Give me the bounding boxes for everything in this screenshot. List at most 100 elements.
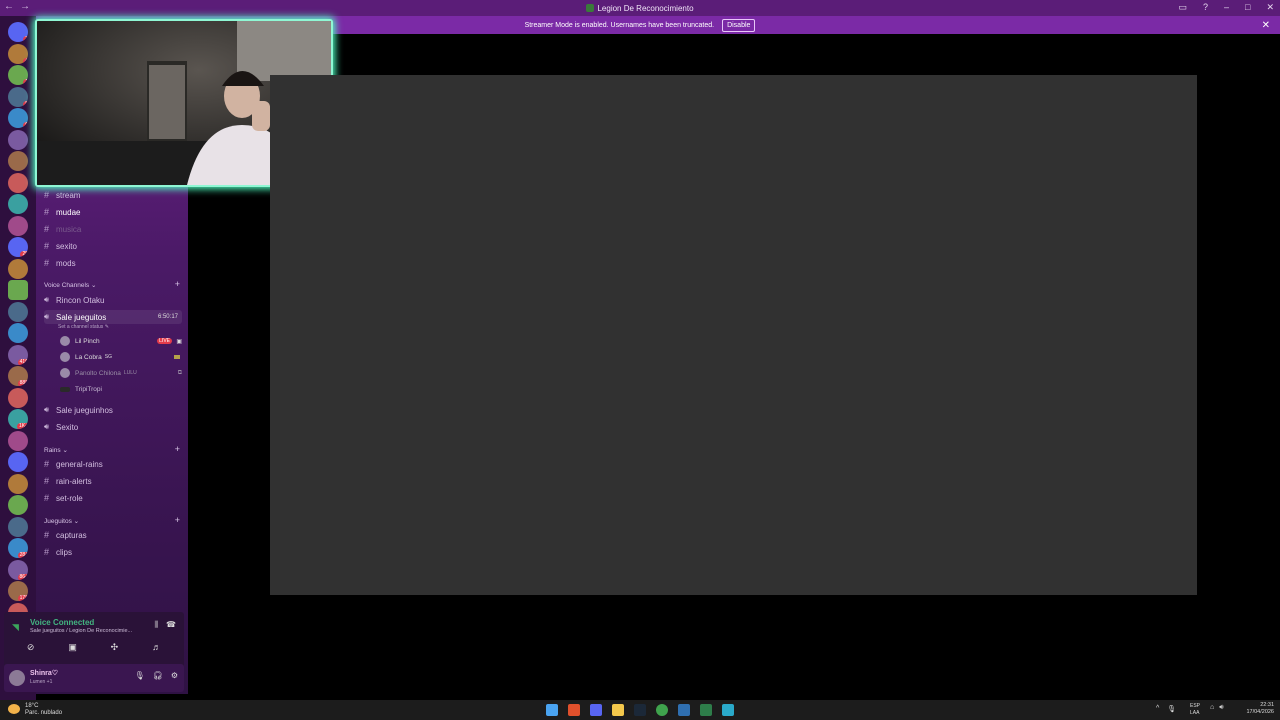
settings-gear-icon[interactable]: ⚙ <box>171 671 178 680</box>
microphone-icon[interactable]: 🎙︎ <box>1167 705 1176 713</box>
channel-capturas[interactable]: # capturas <box>44 528 182 542</box>
voice-user[interactable]: Lil Pinch LIVE ▣ <box>60 334 184 348</box>
voice-channel-rincon-otaku[interactable]: 🔊︎ Rincon Otaku <box>44 293 182 307</box>
add-channel-icon[interactable]: + <box>175 444 180 454</box>
server-icon[interactable]: 4 <box>8 43 28 64</box>
banner-close-icon[interactable]: ✕ <box>1262 20 1270 31</box>
channel-status[interactable]: Set a channel status ✎ <box>58 324 109 330</box>
inbox-icon[interactable]: ▭ <box>1178 2 1187 13</box>
channel-general-rains[interactable]: # general-rains <box>44 457 182 471</box>
soundboard-icon[interactable]: ♬ <box>152 642 161 653</box>
add-channel-icon[interactable]: + <box>175 279 180 289</box>
brave-browser-icon[interactable] <box>568 704 580 716</box>
add-channel-icon[interactable]: + <box>175 515 180 525</box>
chrome-icon[interactable] <box>656 704 668 716</box>
avatar <box>60 386 70 392</box>
weather-icon[interactable] <box>8 704 20 714</box>
user-name[interactable]: Shinra♡ <box>30 669 58 677</box>
avatar[interactable] <box>9 670 25 686</box>
windows-taskbar: 18°C Parc. nublado ^ 🎙︎ ESP LAA ⌂ 🔊︎ 22:… <box>0 700 1280 720</box>
speaker-icon: 🔊︎ <box>44 422 50 431</box>
server-icon[interactable]: 416 <box>8 344 28 365</box>
server-icon[interactable] <box>8 387 28 408</box>
language-indicator[interactable]: ESP LAA <box>1190 703 1200 717</box>
microphone-icon[interactable]: 🎙︎ <box>135 671 145 680</box>
voice-channel-sexito[interactable]: 🔊︎ Sexito <box>44 420 182 434</box>
voice-user[interactable]: TripiTropi <box>60 382 184 396</box>
activities-icon[interactable]: ✣ <box>111 642 119 653</box>
channel-label: clips <box>56 547 73 557</box>
steam-icon[interactable] <box>634 704 646 716</box>
channel-label: Sexito <box>56 422 79 432</box>
discord-home-icon[interactable]: 3 <box>8 22 28 42</box>
voice-user[interactable]: Panolto Chilona LULU ⧉ <box>60 366 184 380</box>
voice-connected-title[interactable]: Voice Connected <box>30 618 94 627</box>
weather-temp: 18°C <box>25 703 39 709</box>
server-icon[interactable] <box>8 301 28 322</box>
server-icon[interactable] <box>8 323 28 343</box>
voice-user[interactable]: La Cobra SG <box>60 350 184 364</box>
clock[interactable]: 22:31 17/04/2026 <box>1246 702 1274 716</box>
file-explorer-icon[interactable] <box>612 704 624 716</box>
server-icon[interactable]: 284 <box>8 538 28 558</box>
channel-mods[interactable]: # mods <box>44 256 182 270</box>
server-icon[interactable]: 178 <box>8 581 28 601</box>
weather-widget[interactable]: 18°C Parc. nublado <box>25 703 62 717</box>
stream-stage[interactable] <box>270 75 1197 595</box>
noise-suppression-icon[interactable]: ⫼ <box>154 620 158 630</box>
voice-channel-sale-jueguinhos[interactable]: 🔊︎ Sale jueguinhos <box>44 403 182 417</box>
channel-sexito[interactable]: # sexito <box>44 239 182 253</box>
category-voice-channels[interactable]: Voice Channels ⌄ + <box>44 279 180 289</box>
category-rains[interactable]: Rains ⌄ + <box>44 444 180 454</box>
camera-off-icon[interactable]: ⊘ <box>27 642 35 653</box>
server-icon[interactable]: 1K+ <box>8 409 28 429</box>
server-icon[interactable]: 888 <box>8 366 28 386</box>
maximize-button[interactable]: □ <box>1245 2 1250 13</box>
server-icon[interactable] <box>8 430 28 451</box>
server-icon[interactable] <box>8 516 28 537</box>
disconnect-icon[interactable]: ☎ <box>166 620 176 629</box>
channel-stream[interactable]: # stream <box>44 188 182 202</box>
server-icon[interactable] <box>8 151 28 171</box>
volume-icon[interactable]: 🔊︎ <box>1219 704 1223 712</box>
server-icon[interactable] <box>8 194 28 214</box>
server-icon[interactable] <box>8 258 28 279</box>
category-label: Voice Channels <box>44 282 90 289</box>
channel-mudae[interactable]: # mudae <box>44 205 182 219</box>
server-icon[interactable] <box>8 215 28 236</box>
server-icon[interactable]: 8 <box>8 86 28 107</box>
help-icon[interactable]: ? <box>1203 2 1208 13</box>
app-icon[interactable] <box>700 704 712 716</box>
server-icon[interactable] <box>8 280 28 300</box>
server-icon[interactable]: 25 <box>8 237 28 257</box>
minimize-button[interactable]: – <box>1224 2 1229 13</box>
server-icon[interactable] <box>8 495 28 515</box>
server-icon[interactable]: 1 <box>8 65 28 85</box>
channel-rain-alerts[interactable]: # rain-alerts <box>44 474 182 488</box>
hash-icon: # <box>44 241 50 251</box>
channel-musica[interactable]: # musica <box>44 222 182 236</box>
server-icon[interactable] <box>8 172 28 193</box>
close-button[interactable]: ✕ <box>1266 2 1274 13</box>
screen-share-icon[interactable]: ▣ <box>68 642 77 653</box>
server-icon[interactable] <box>8 452 28 472</box>
channel-clips[interactable]: # clips <box>44 545 182 559</box>
server-icon[interactable] <box>8 129 28 150</box>
channel-set-role[interactable]: # set-role <box>44 491 182 505</box>
headphones-icon[interactable]: 🎧︎ <box>153 671 163 680</box>
server-icon[interactable] <box>8 473 28 494</box>
voice-connected-subtitle[interactable]: Sale jueguitos / Legion De Reconocimie..… <box>30 628 132 634</box>
app-icon[interactable] <box>722 704 734 716</box>
server-icon[interactable]: 6 <box>8 108 28 128</box>
voice-channel-sale-jueguitos[interactable]: 🔊︎ Sale jueguitos 6:50:17 <box>44 310 182 324</box>
start-menu-icon[interactable] <box>546 704 558 716</box>
server-icon[interactable]: 86+ <box>8 559 28 580</box>
discord-icon[interactable] <box>590 704 602 716</box>
channel-label: mudae <box>56 207 81 217</box>
network-icon[interactable]: ⌂ <box>1210 704 1214 712</box>
photos-icon[interactable] <box>678 704 690 716</box>
disable-button[interactable]: Disable <box>722 18 756 32</box>
chevron-up-icon[interactable]: ^ <box>1156 705 1159 713</box>
category-jueguitos[interactable]: Jueguitos ⌄ + <box>44 515 180 525</box>
signal-icon: ◥ <box>12 622 19 632</box>
